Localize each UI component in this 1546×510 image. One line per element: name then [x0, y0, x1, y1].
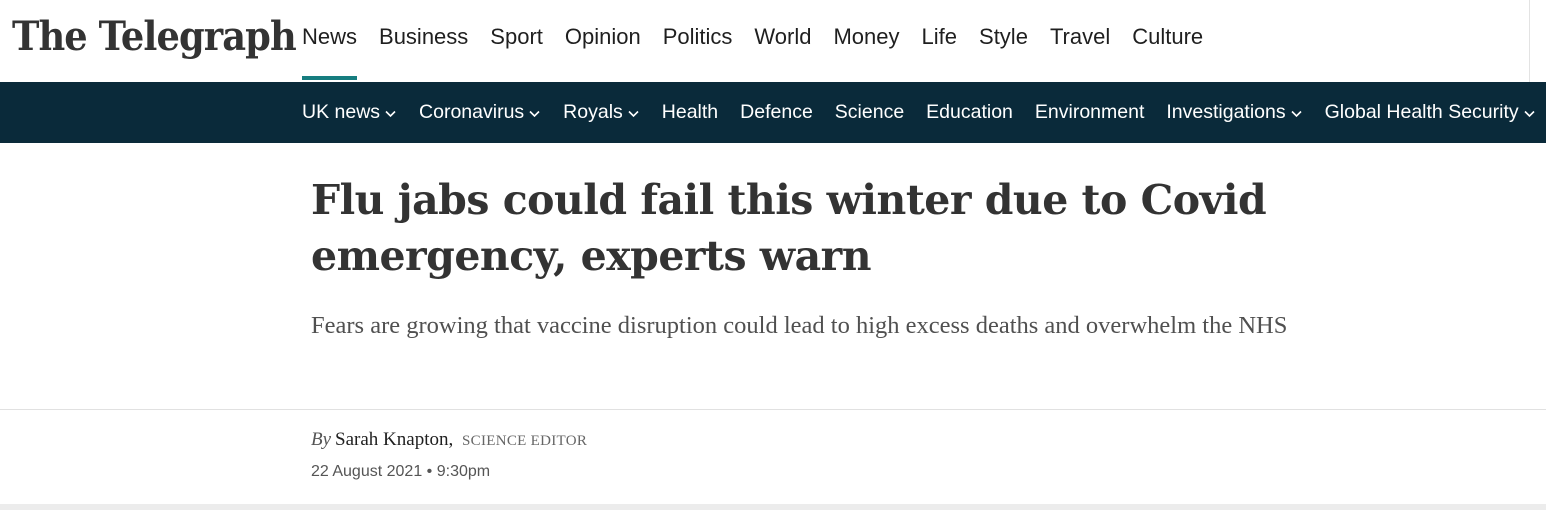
byline-separator: ,	[448, 429, 454, 450]
subnav-item-label: Global Health Security	[1324, 101, 1519, 123]
chevron-down-icon	[384, 107, 397, 120]
byline-prefix: By	[311, 429, 332, 450]
main-nav-item-politics[interactable]: Politics	[663, 0, 733, 82]
subnav-item-label: Education	[926, 101, 1013, 123]
main-nav-item-travel[interactable]: Travel	[1050, 0, 1110, 82]
subnav-item-coronavirus[interactable]: Coronavirus	[419, 101, 541, 124]
subnav-item-label: Investigations	[1166, 101, 1286, 123]
article-headline: Flu jabs could fail this winter due to C…	[311, 176, 1267, 280]
publish-time: 9:30pm	[436, 463, 491, 480]
section-divider	[0, 409, 1546, 410]
byline: By Sarah Knapton, Science Editor	[311, 429, 587, 451]
subnav-item-label: Science	[834, 101, 905, 123]
main-nav-item-world[interactable]: World	[754, 0, 811, 82]
subnav-item-education[interactable]: Education	[926, 101, 1013, 124]
main-nav-item-style[interactable]: Style	[979, 0, 1028, 82]
publish-dateline: 22 August 2021 • 9:30pm	[311, 463, 490, 481]
chevron-down-icon	[1290, 107, 1303, 120]
subnav-item-science[interactable]: Science	[835, 101, 904, 124]
main-nav-item-money[interactable]: Money	[833, 0, 899, 82]
main-nav-item-news[interactable]: News	[302, 0, 358, 82]
masthead: The Telegraph News Business Sport Opinio…	[0, 0, 1546, 82]
subnav-item-label: Royals	[563, 101, 623, 123]
main-nav-item-opinion[interactable]: Opinion	[565, 0, 641, 82]
main-nav-item-life[interactable]: Life	[922, 0, 957, 82]
publish-date: 22 August 2021	[311, 463, 423, 480]
subnav-item-royals[interactable]: Royals	[563, 101, 640, 124]
subnav-item-defence[interactable]: Defence	[740, 101, 813, 124]
chevron-down-icon	[1523, 107, 1536, 120]
subnav-item-health[interactable]: Health	[662, 101, 718, 124]
subnav-item-label: Defence	[740, 101, 813, 123]
author-role: Science Editor	[462, 433, 588, 449]
subnav-item-uk-news[interactable]: UK news	[302, 101, 397, 124]
main-nav-item-culture[interactable]: Culture	[1132, 0, 1203, 82]
chevron-down-icon	[627, 107, 640, 120]
section-subnav: UK news Coronavirus Royals Health Defenc…	[0, 82, 1546, 143]
subnav-item-environment[interactable]: Environment	[1035, 101, 1144, 124]
bottom-divider	[0, 504, 1546, 510]
subnav-item-label: Coronavirus	[419, 101, 525, 123]
main-nav-item-business[interactable]: Business	[379, 0, 468, 82]
subnav-item-label: Health	[661, 101, 719, 123]
subnav-item-global-health-security[interactable]: Global Health Security	[1325, 101, 1536, 124]
date-separator: •	[426, 463, 433, 480]
subnav-item-investigations[interactable]: Investigations	[1166, 101, 1302, 124]
article-standfirst: Fears are growing that vaccine disruptio…	[311, 312, 1288, 339]
main-nav-item-sport[interactable]: Sport	[490, 0, 543, 82]
subnav-item-label: Environment	[1034, 101, 1145, 123]
header-divider	[1529, 0, 1530, 82]
subnav-item-label: UK news	[302, 101, 381, 123]
chevron-down-icon	[528, 107, 541, 120]
author-link[interactable]: Sarah Knapton	[335, 429, 448, 450]
main-nav: News Business Sport Opinion Politics Wor…	[302, 0, 1225, 82]
telegraph-logo[interactable]: The Telegraph	[12, 12, 297, 62]
